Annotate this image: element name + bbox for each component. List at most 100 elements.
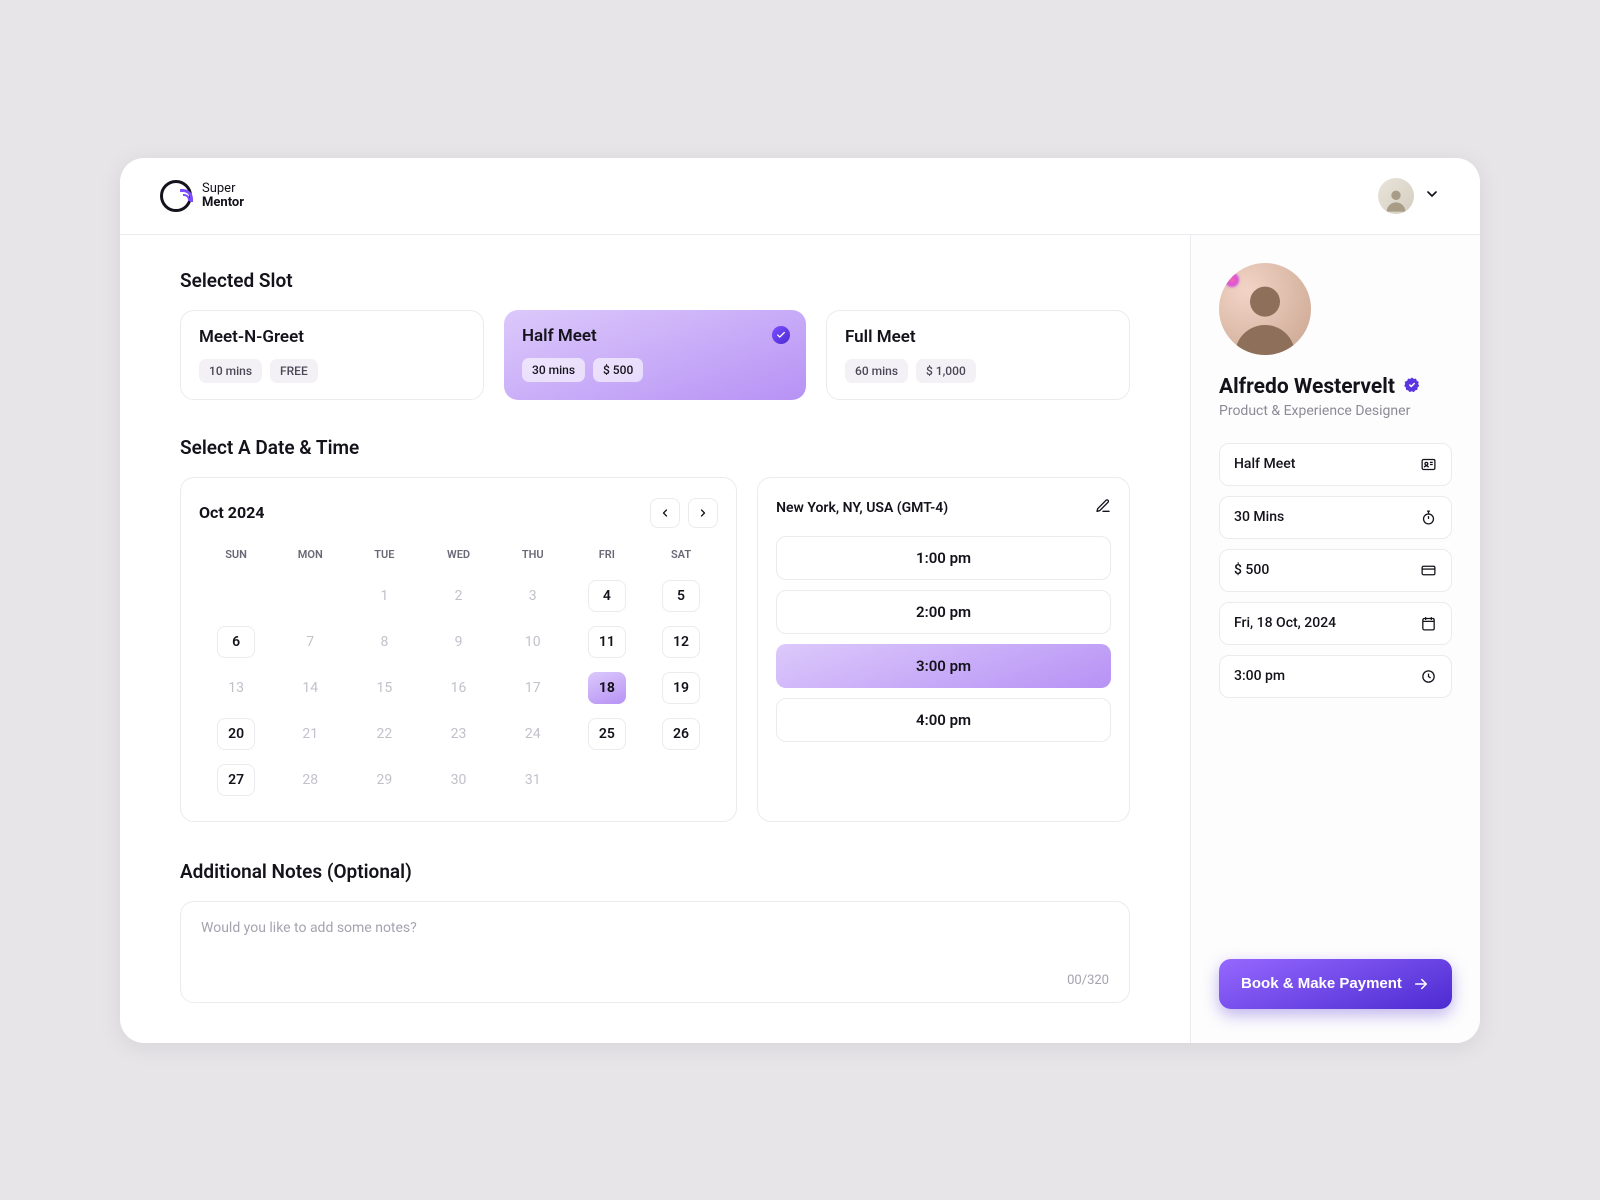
calendar-day-cell: 21 <box>273 715 347 753</box>
slot-price-chip: FREE <box>270 359 318 383</box>
slot-price-chip: $ 1,000 <box>916 359 976 383</box>
time-panel: New York, NY, USA (GMT-4) 1:00 pm 2:00 pm… <box>757 477 1130 822</box>
calendar-icon <box>1420 615 1437 632</box>
slot-name: Meet-N-Greet <box>199 327 465 347</box>
calendar-day: 2 <box>440 580 478 612</box>
calendar-day: 17 <box>514 672 552 704</box>
time-slot[interactable]: 1:00 pm <box>776 536 1111 580</box>
calendar-day[interactable]: 26 <box>662 718 700 750</box>
calendar-day[interactable]: 18 <box>588 672 626 704</box>
calendar-day-cell: 14 <box>273 669 347 707</box>
calendar-dow: MON <box>273 548 347 569</box>
notes-char-counter: 00/320 <box>1067 973 1109 988</box>
calendar-day: 8 <box>365 626 403 658</box>
calendar-day-cell <box>199 577 273 615</box>
calendar-day: 9 <box>440 626 478 658</box>
chevron-left-icon <box>659 507 671 519</box>
calendar-dow: FRI <box>570 548 644 569</box>
book-payment-button[interactable]: Book & Make Payment <box>1219 959 1452 1009</box>
calendar-day-cell: 11 <box>570 623 644 661</box>
main-panel: Selected Slot Meet-N-Greet10 minsFREEHal… <box>120 235 1190 1043</box>
calendar-day-cell: 9 <box>421 623 495 661</box>
calendar-day[interactable]: 5 <box>662 580 700 612</box>
calendar-day-cell: 16 <box>421 669 495 707</box>
time-slot[interactable]: 4:00 pm <box>776 698 1111 742</box>
calendar-day-cell: 13 <box>199 669 273 707</box>
slot-card[interactable]: Meet-N-Greet10 minsFREE <box>180 310 484 400</box>
calendar-day-cell: 20 <box>199 715 273 753</box>
calendar-day[interactable]: 12 <box>662 626 700 658</box>
brand-logo: Super Mentor <box>160 180 244 212</box>
calendar-day: 1 <box>365 580 403 612</box>
slot-chips: 60 mins$ 1,000 <box>845 359 1111 383</box>
cta-label: Book & Make Payment <box>1241 975 1402 992</box>
calendar-grid: SUNMONTUEWEDTHUFRISAT1234567891011121314… <box>199 548 718 799</box>
calendar-day-cell: 2 <box>421 577 495 615</box>
calendar-day: 24 <box>514 718 552 750</box>
calendar-day-cell: 12 <box>644 623 718 661</box>
stopwatch-icon <box>1420 509 1437 526</box>
calendar-day-cell: 19 <box>644 669 718 707</box>
calendar-dow: WED <box>421 548 495 569</box>
calendar-day: 14 <box>291 672 329 704</box>
calendar-day[interactable]: 20 <box>217 718 255 750</box>
calendar-day[interactable]: 4 <box>588 580 626 612</box>
summary-slot: Half Meet <box>1219 443 1452 486</box>
calendar-day[interactable]: 27 <box>217 764 255 796</box>
section-title-datetime: Select A Date & Time <box>180 436 1130 459</box>
summary-duration: 30 Mins <box>1219 496 1452 539</box>
time-slot[interactable]: 2:00 pm <box>776 590 1111 634</box>
calendar-day: 23 <box>440 718 478 750</box>
section-title-slot: Selected Slot <box>180 269 1130 292</box>
calendar-day-cell: 15 <box>347 669 421 707</box>
calendar-day[interactable]: 11 <box>588 626 626 658</box>
calendar-panel: Oct 2024 SUNMONTUEWEDTHUFRISAT1234567891… <box>180 477 737 822</box>
id-card-icon <box>1420 456 1437 473</box>
calendar-day-cell: 1 <box>347 577 421 615</box>
calendar-day-cell: 29 <box>347 761 421 799</box>
calendar-day: 15 <box>365 672 403 704</box>
calendar-day: 10 <box>514 626 552 658</box>
calendar-day: 22 <box>365 718 403 750</box>
slot-price-chip: $ 500 <box>593 358 643 382</box>
calendar-day-cell: 25 <box>570 715 644 753</box>
calendar-dow: THU <box>496 548 570 569</box>
slot-card[interactable]: Full Meet60 mins$ 1,000 <box>826 310 1130 400</box>
calendar-day-cell <box>644 761 718 799</box>
notes-box: 00/320 <box>180 901 1130 1003</box>
calendar-day: 30 <box>440 764 478 796</box>
user-menu[interactable] <box>1378 178 1440 214</box>
next-month-button[interactable] <box>688 498 718 528</box>
avatar <box>1378 178 1414 214</box>
calendar-day[interactable]: 6 <box>217 626 255 658</box>
calendar-day-cell: 22 <box>347 715 421 753</box>
mentor-name: Alfredo Westervelt <box>1219 375 1395 399</box>
calendar-nav <box>650 498 718 528</box>
section-title-notes: Additional Notes (Optional) <box>180 860 1130 883</box>
logo-icon <box>160 180 192 212</box>
mentor-role: Product & Experience Designer <box>1219 403 1452 419</box>
calendar-day-cell: 30 <box>421 761 495 799</box>
prev-month-button[interactable] <box>650 498 680 528</box>
summary-time: 3:00 pm <box>1219 655 1452 698</box>
slot-options: Meet-N-Greet10 minsFREEHalf Meet30 mins$… <box>180 310 1130 400</box>
summary-sidebar: Alfredo Westervelt Product & Experience … <box>1190 235 1480 1043</box>
calendar-day: 16 <box>440 672 478 704</box>
slot-card[interactable]: Half Meet30 mins$ 500 <box>504 310 806 400</box>
edit-timezone-button[interactable] <box>1095 498 1111 518</box>
verified-badge-icon <box>1403 376 1421 398</box>
calendar-day: 13 <box>217 672 255 704</box>
app-window: Super Mentor Selected Slot Meet-N-Greet1… <box>120 158 1480 1043</box>
calendar-day-cell: 28 <box>273 761 347 799</box>
calendar-day[interactable]: 25 <box>588 718 626 750</box>
timezone-label: New York, NY, USA (GMT-4) <box>776 500 948 516</box>
calendar-day-cell: 4 <box>570 577 644 615</box>
notes-input[interactable] <box>201 920 1109 980</box>
app-body: Selected Slot Meet-N-Greet10 minsFREEHal… <box>120 235 1480 1043</box>
calendar-day-cell: 26 <box>644 715 718 753</box>
calendar-day-cell: 18 <box>570 669 644 707</box>
time-slot[interactable]: 3:00 pm <box>776 644 1111 688</box>
calendar-day-cell: 27 <box>199 761 273 799</box>
calendar-day-cell: 24 <box>496 715 570 753</box>
calendar-day[interactable]: 19 <box>662 672 700 704</box>
